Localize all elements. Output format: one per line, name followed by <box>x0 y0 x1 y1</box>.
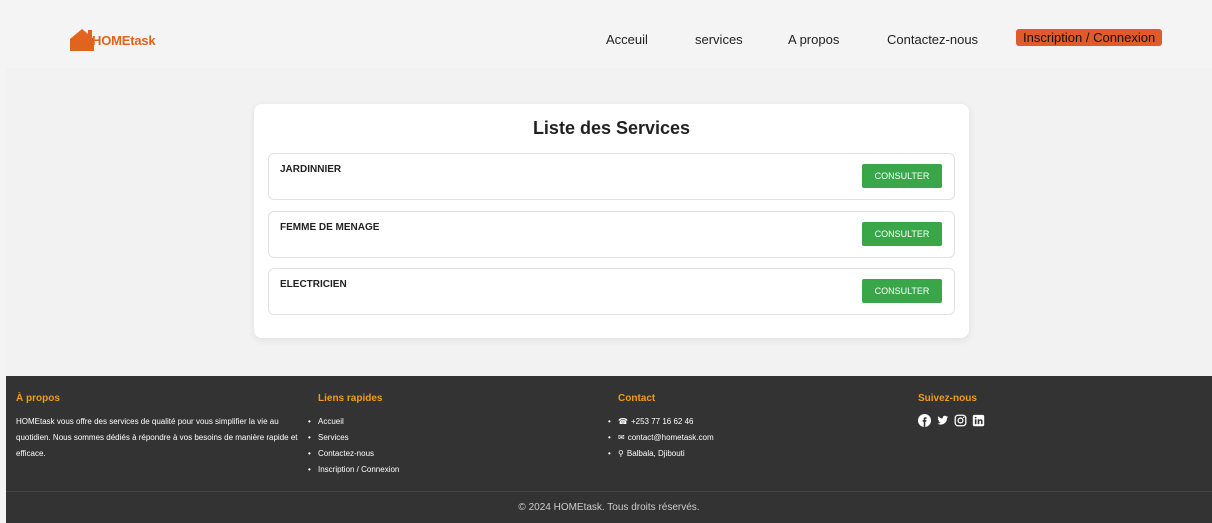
footer-social-heading: Suivez-nous <box>918 393 977 404</box>
copyright: © 2024 HOMEtask. Tous droits réservés. <box>518 502 700 513</box>
services-card: Liste des Services JARDINNIER CONSULTER … <box>254 104 969 338</box>
page-title: Liste des Services <box>532 118 691 138</box>
envelope-icon: ✉ <box>618 433 625 442</box>
footer-link-accueil[interactable]: Accueil <box>308 414 399 430</box>
email-text: contact@hometask.com <box>627 433 714 442</box>
service-item: FEMME DE MENAGE CONSULTER <box>268 211 955 258</box>
service-name: ELECTRICIEN <box>280 279 347 290</box>
footer-divider <box>6 491 1212 492</box>
site-header: HOMEtask Acceuil services A propos Conta… <box>6 10 1212 68</box>
footer-contact-list: ☎+253 77 16 62 46 ✉contact@hometask.com … <box>608 414 714 462</box>
facebook-icon[interactable] <box>918 414 931 427</box>
instagram-icon[interactable] <box>954 414 967 427</box>
linkedin-icon[interactable] <box>972 414 985 427</box>
service-name: JARDINNIER <box>280 164 342 175</box>
footer-social: Suivez-nous <box>918 393 985 427</box>
footer-contact-phone: ☎+253 77 16 62 46 <box>608 414 714 430</box>
nav-link-a-propos[interactable]: A propos <box>788 32 839 47</box>
footer-contact: Contact ☎+253 77 16 62 46 ✉contact@homet… <box>608 393 714 462</box>
service-item: ELECTRICIEN CONSULTER <box>268 268 955 315</box>
footer-contact-heading: Contact <box>618 393 656 404</box>
site-footer: À propos HOMEtask vous offre des service… <box>6 376 1212 523</box>
footer-link-inscription[interactable]: Inscription / Connexion <box>308 462 399 478</box>
footer-link-services[interactable]: Services <box>308 430 399 446</box>
service-name: FEMME DE MENAGE <box>280 222 380 233</box>
footer-contact-address: ⚲Balbala, Djibouti <box>608 446 714 462</box>
footer-links-list: Accueil Services Contactez-nous Inscript… <box>308 414 399 478</box>
footer-links-heading: Liens rapides <box>318 393 383 404</box>
footer-about-text: HOMEtask vous offre des services de qual… <box>16 417 298 458</box>
twitter-icon[interactable] <box>936 414 949 427</box>
footer-link-contactez-nous[interactable]: Contactez-nous <box>308 446 399 462</box>
nav-link-contactez-nous[interactable]: Contactez-nous <box>887 32 978 47</box>
address-text: Balbala, Djibouti <box>626 449 685 458</box>
footer-about: À propos HOMEtask vous offre des service… <box>16 393 306 462</box>
social-icons <box>918 414 985 427</box>
consult-button[interactable]: CONSULTER <box>862 279 942 303</box>
footer-contact-email[interactable]: ✉contact@hometask.com <box>608 430 714 446</box>
consult-button[interactable]: CONSULTER <box>862 164 942 188</box>
phone-icon: ☎ <box>618 417 628 426</box>
map-marker-icon: ⚲ <box>618 449 624 458</box>
service-item: JARDINNIER CONSULTER <box>268 153 955 200</box>
nav-link-acceuil[interactable]: Acceuil <box>606 32 648 47</box>
login-signup-button[interactable]: Inscription / Connexion <box>1016 29 1163 46</box>
page: HOMEtask Acceuil services A propos Conta… <box>6 10 1212 523</box>
footer-links: Liens rapides Accueil Services Contactez… <box>308 393 399 478</box>
phone-text: +253 77 16 62 46 <box>630 417 694 426</box>
nav-link-services[interactable]: services <box>695 32 743 47</box>
footer-about-heading: À propos <box>16 393 60 404</box>
consult-button[interactable]: CONSULTER <box>862 222 942 246</box>
